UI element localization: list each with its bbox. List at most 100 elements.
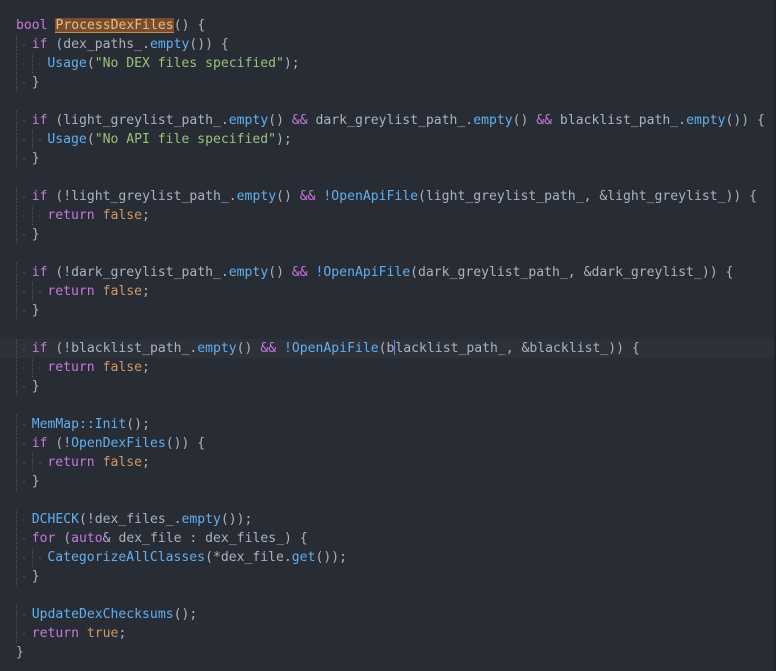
whitespace-marker: [23, 82, 25, 84]
code-line[interactable]: [0, 168, 776, 187]
code-line[interactable]: }: [0, 643, 776, 662]
code-text: UpdateDexChecksums();: [32, 605, 198, 624]
code-line[interactable]: Usage("No API file specified");: [0, 130, 776, 149]
indent-guide: [16, 111, 17, 130]
code-line[interactable]: if (light_greylist_path_.empty() && dark…: [0, 111, 776, 130]
code-token: }: [31, 379, 40, 394]
code-token: ;: [142, 284, 150, 299]
code-token: );: [283, 56, 300, 71]
indent-guide: [16, 54, 17, 73]
code-line[interactable]: if (!OpenDexFiles()) {: [0, 434, 776, 453]
code-text: if (!OpenDexFiles()) {: [32, 434, 205, 453]
indent-guide: [16, 567, 17, 586]
code-token: &&: [291, 113, 308, 128]
indent-guide: [16, 301, 17, 320]
code-token: &&: [291, 265, 308, 280]
code-token: ;: [142, 208, 150, 223]
code-token: (b: [378, 341, 395, 356]
code-text: }: [32, 377, 40, 396]
code-line[interactable]: [0, 244, 776, 263]
code-line[interactable]: return false;: [0, 206, 776, 225]
code-token: (!dex_files_.: [79, 512, 182, 527]
code-token: "No API file specified": [94, 132, 277, 147]
code-line[interactable]: DCHECK(!dex_files_.empty());: [0, 510, 776, 529]
indent-guide: [31, 548, 33, 567]
code-line[interactable]: Usage("No DEX files specified");: [0, 54, 776, 73]
code-token: CategorizeAllClasses: [47, 550, 206, 565]
indent-guide: [16, 377, 17, 396]
whitespace-marker: [23, 538, 25, 540]
code-text: return false;: [47, 206, 150, 225]
code-token: if: [31, 436, 48, 451]
whitespace-marker: [23, 196, 25, 198]
code-line[interactable]: [0, 491, 776, 510]
code-token: (): [512, 113, 537, 128]
code-line[interactable]: if (dex_paths_.empty()) {: [0, 35, 776, 54]
indent-guide: [31, 453, 33, 472]
code-line[interactable]: }: [0, 149, 776, 168]
code-line[interactable]: if (!light_greylist_path_.empty() && !Op…: [0, 187, 776, 206]
code-text: }: [32, 73, 40, 92]
code-editor[interactable]: bool ProcessDexFiles() {if (dex_paths_.e…: [0, 0, 776, 671]
whitespace-marker: [23, 462, 25, 464]
code-token: }: [31, 303, 40, 318]
indent-guide: [16, 339, 17, 358]
code-token: empty: [228, 113, 269, 128]
code-line[interactable]: }: [0, 73, 776, 92]
code-line[interactable]: }: [0, 472, 776, 491]
code-line[interactable]: }: [0, 301, 776, 320]
code-line[interactable]: MemMap::Init();: [0, 415, 776, 434]
code-token: (: [55, 531, 72, 546]
code-token: () {: [173, 18, 206, 33]
code-text: for (auto& dex_file : dex_files_) {: [32, 529, 308, 548]
code-text: if (!blacklist_path_.empty() && !OpenApi…: [32, 339, 640, 358]
code-token: (!light_greylist_path_.: [47, 189, 237, 204]
code-line[interactable]: return true;: [0, 624, 776, 643]
code-token: if: [31, 189, 48, 204]
code-line[interactable]: if (!blacklist_path_.empty() && !OpenApi…: [0, 339, 776, 358]
code-line[interactable]: if (!dark_greylist_path_.empty() && !Ope…: [0, 263, 776, 282]
code-line[interactable]: bool ProcessDexFiles() {: [0, 16, 776, 35]
code-token: return: [47, 455, 95, 470]
indent-guide: [16, 510, 17, 529]
indent-guide: [31, 130, 33, 149]
whitespace-marker: [23, 291, 25, 293]
code-token: &&: [536, 113, 553, 128]
code-token: "No DEX files specified": [94, 56, 284, 71]
code-line[interactable]: }: [0, 225, 776, 244]
code-line[interactable]: }: [0, 377, 776, 396]
whitespace-marker: [23, 633, 25, 635]
code-text: }: [32, 149, 40, 168]
code-text: bool ProcessDexFiles() {: [16, 16, 205, 35]
code-token: (light_greylist_path_, &light_greylist_)…: [418, 189, 758, 204]
code-line[interactable]: [0, 92, 776, 111]
code-line[interactable]: for (auto& dex_file : dex_files_) {: [0, 529, 776, 548]
code-token: lacklist_path_, &blacklist_)) {: [395, 341, 640, 356]
code-line[interactable]: return false;: [0, 358, 776, 377]
indent-guide: [16, 415, 17, 434]
code-line[interactable]: [0, 320, 776, 339]
indent-guide: [16, 282, 17, 301]
code-token: return: [31, 626, 79, 641]
code-text: Usage("No DEX files specified");: [47, 54, 299, 73]
code-line[interactable]: UpdateDexChecksums();: [0, 605, 776, 624]
code-text: DCHECK(!dex_files_.empty());: [32, 510, 253, 529]
code-token: (): [268, 113, 292, 128]
code-line[interactable]: [0, 396, 776, 415]
indent-guide: [16, 225, 17, 244]
code-lines[interactable]: bool ProcessDexFiles() {if (dex_paths_.e…: [0, 16, 776, 662]
code-line[interactable]: CategorizeAllClasses(*dex_file.get());: [0, 548, 776, 567]
code-token: }: [31, 151, 40, 166]
code-token: }: [31, 474, 40, 489]
code-line[interactable]: [0, 586, 776, 605]
code-line[interactable]: return false;: [0, 453, 776, 472]
code-token: false: [102, 284, 143, 299]
indent-guide: [16, 453, 17, 472]
code-token: ;: [142, 455, 150, 470]
code-text: }: [32, 225, 40, 244]
code-token: Usage: [47, 132, 87, 147]
code-text: }: [32, 472, 40, 491]
code-line[interactable]: }: [0, 567, 776, 586]
code-token: }: [31, 569, 40, 584]
code-line[interactable]: return false;: [0, 282, 776, 301]
